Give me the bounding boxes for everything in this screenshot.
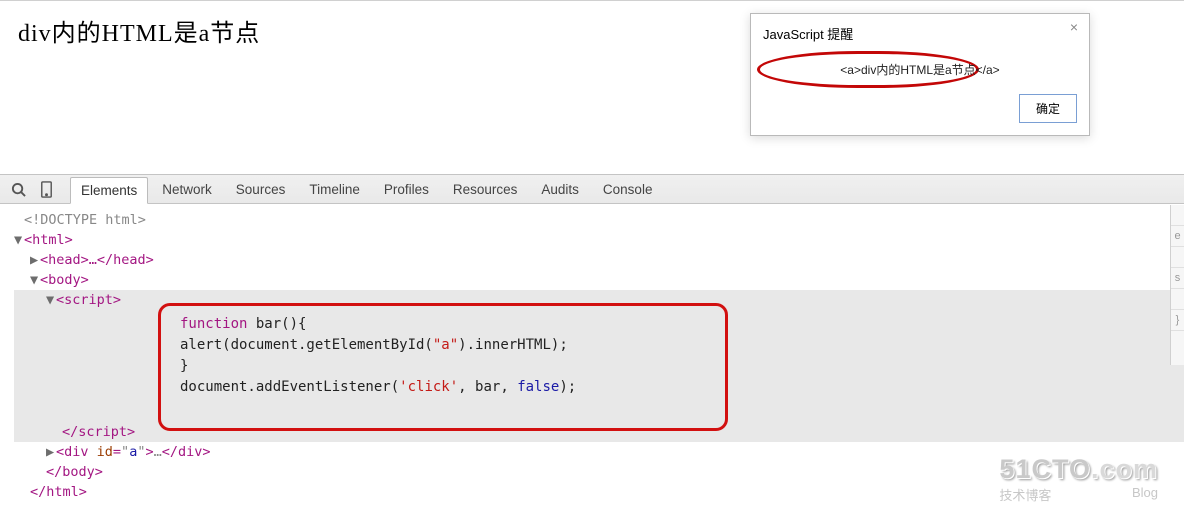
dom-script-close: </script> [62,422,1184,442]
dom-body-close: </body> [46,462,1184,482]
styles-sidebar-sliver[interactable]: e s } [1170,205,1184,365]
tab-network[interactable]: Network [152,177,222,202]
sliver-cell-1 [1171,205,1184,226]
code-line-2: alert(document.getElementById("a").inner… [180,335,576,356]
alert-title-bar: JavaScript 提醒 × [751,14,1089,49]
code-line-4: document.addEventListener('click', bar, … [180,377,576,398]
sliver-cell-5 [1171,289,1184,310]
sliver-cell-3 [1171,247,1184,268]
alert-message-row: <a>div内的HTML是a节点</a> [751,49,1089,86]
rendered-page: div内的HTML是a节点 JavaScript 提醒 × <a>div内的HT… [0,0,1184,174]
js-alert-dialog: JavaScript 提醒 × <a>div内的HTML是a节点</a> 确定 [750,13,1090,136]
dom-doctype: <!DOCTYPE html> [14,210,1184,230]
dom-html-open[interactable]: ▼<html> [14,230,1184,250]
elements-dom-tree[interactable]: <!DOCTYPE html> ▼<html> ▶<head>…</head> … [0,204,1184,518]
device-mode-icon[interactable] [34,177,58,201]
tab-console[interactable]: Console [593,177,663,202]
sliver-cell-6: } [1171,310,1184,331]
dom-html-close: </html> [30,482,1184,502]
tab-timeline[interactable]: Timeline [299,177,370,202]
code-line-1: function bar(){ [180,314,576,335]
sliver-cell-4: s [1171,268,1184,289]
tab-profiles[interactable]: Profiles [374,177,439,202]
tab-audits[interactable]: Audits [531,177,589,202]
tab-elements[interactable]: Elements [70,177,148,204]
dom-script-open[interactable]: ▼<script> [46,290,1184,310]
tab-resources[interactable]: Resources [443,177,528,202]
dom-body-open[interactable]: ▼<body> [30,270,1184,290]
dom-head[interactable]: ▶<head>…</head> [30,250,1184,270]
sliver-cell-2: e [1171,226,1184,247]
devtools-toolbar: Elements Network Sources Timeline Profil… [0,174,1184,204]
alert-actions: 确定 [751,86,1089,135]
tab-sources[interactable]: Sources [226,177,296,202]
alert-title-text: JavaScript 提醒 [763,27,853,42]
alert-ok-button[interactable]: 确定 [1019,94,1077,123]
code-line-3: } [180,356,576,377]
search-icon[interactable] [6,177,30,201]
dom-div-a[interactable]: ▶<div id="a">…</div> [46,442,1184,462]
alert-message: <a>div内的HTML是a节点</a> [840,63,999,77]
script-source: function bar(){ alert(document.getElemen… [180,314,576,398]
alert-close-button[interactable]: × [1065,18,1083,36]
